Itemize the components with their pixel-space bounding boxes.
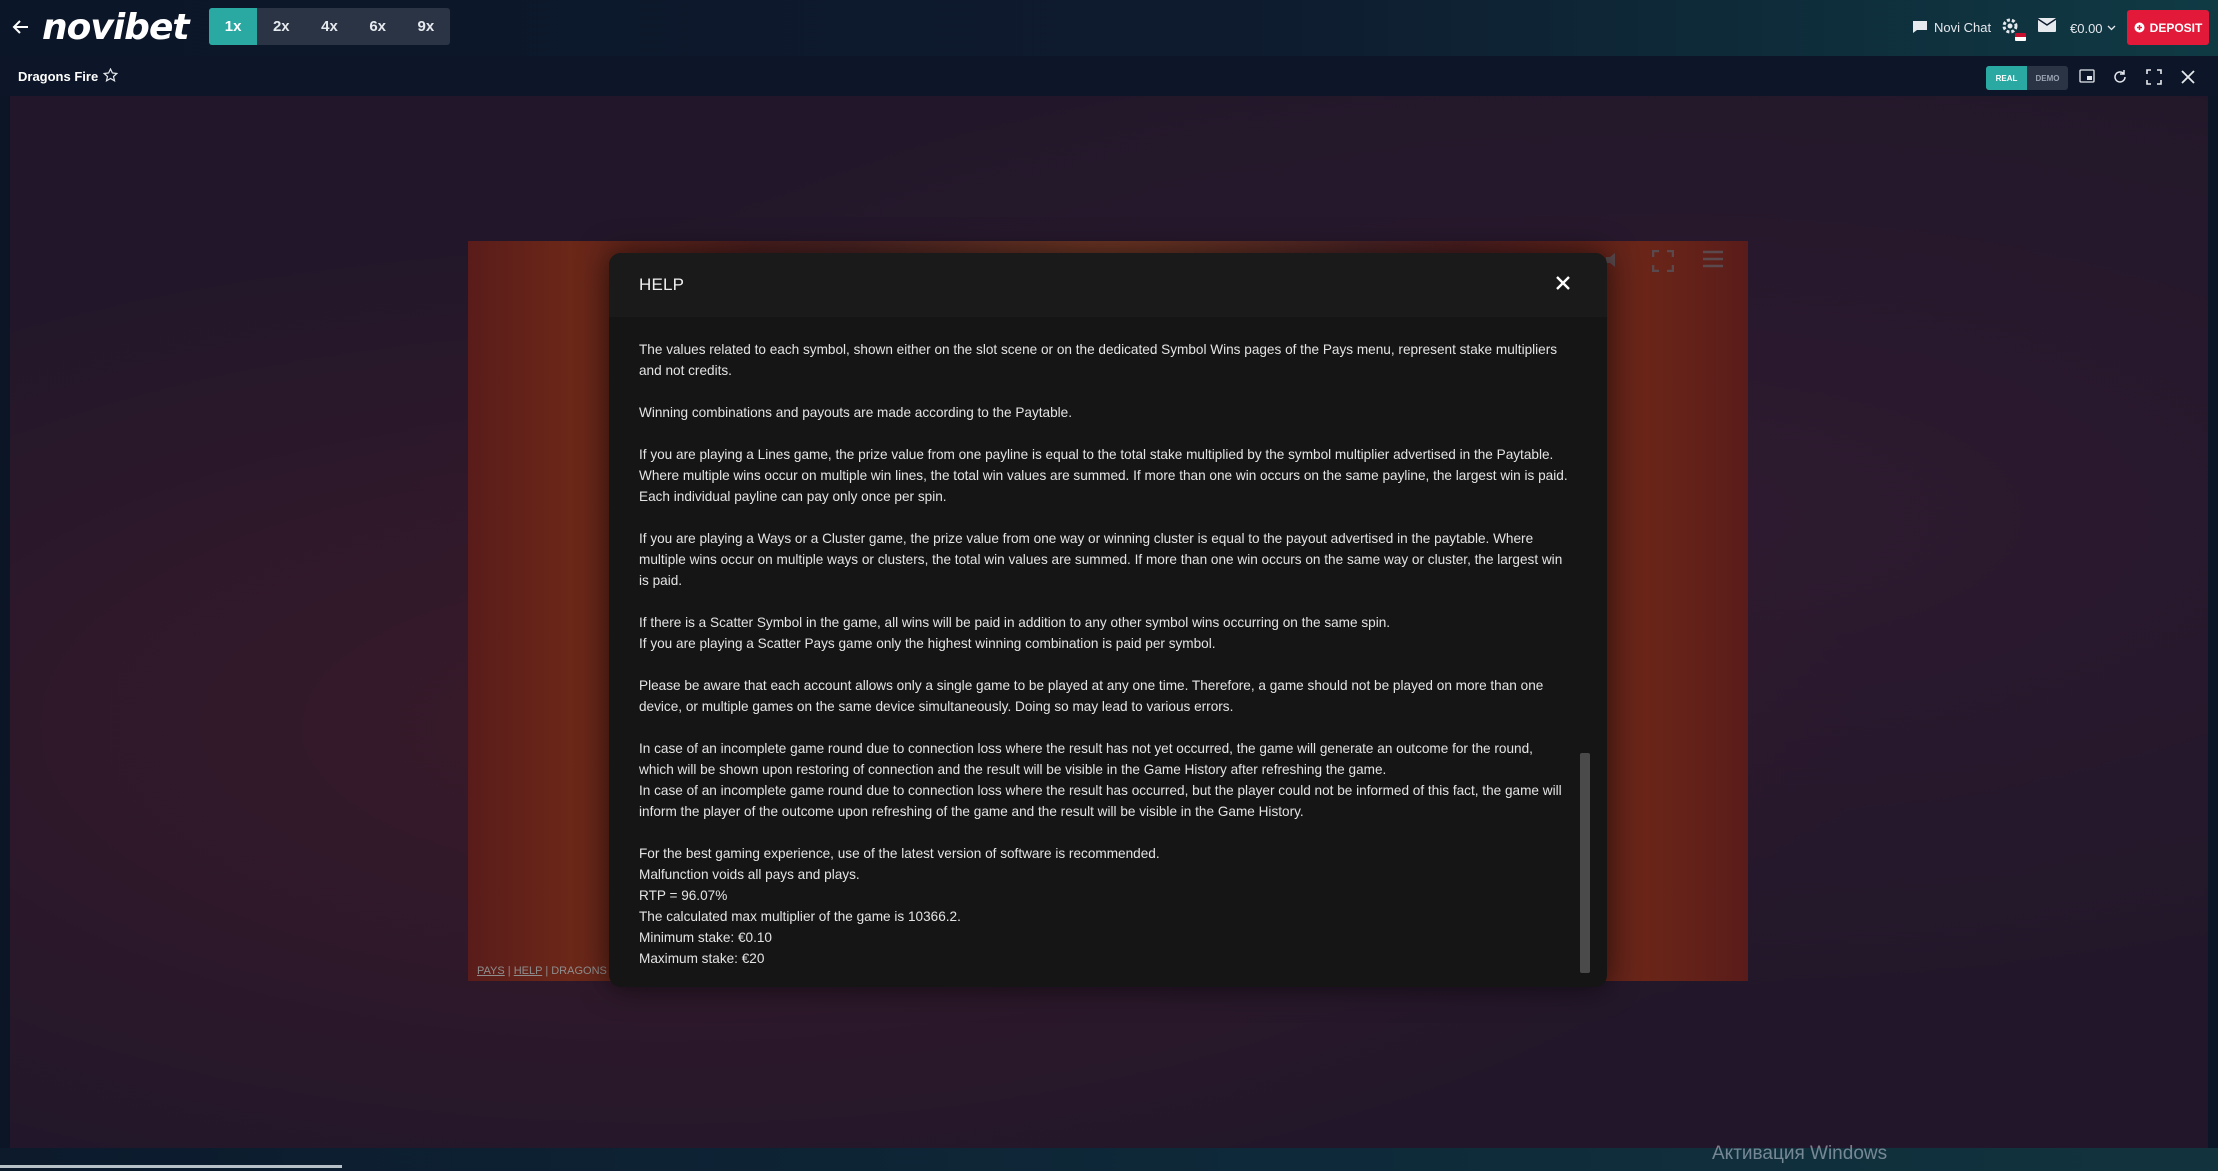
top-bar: novibet 1x 2x 4x 6x 9x Novi Chat €0.00 D… (0, 0, 2218, 56)
favorite-star-icon[interactable] (102, 67, 119, 84)
min-stake-line: Minimum stake: €0.10 (639, 930, 772, 945)
max-stake-line: Maximum stake: €20 (639, 951, 765, 966)
incomplete-line-1: In case of an incomplete game round due … (639, 741, 1533, 777)
game-fullscreen-icon[interactable] (1651, 249, 1678, 273)
help-paragraph: If you are playing a Lines game, the pri… (639, 447, 1568, 504)
help-paragraph: Winning combinations and payouts are mad… (639, 405, 1072, 420)
help-modal: HELP The values related to each symbol, … (609, 253, 1607, 987)
speed-1x-button[interactable]: 1x (209, 8, 258, 45)
chevron-down-icon (2107, 25, 2116, 31)
game-menu-icon[interactable] (1702, 250, 1728, 272)
flag-icon (2015, 33, 2026, 41)
novibet-logo[interactable]: novibet (42, 8, 190, 48)
refresh-icon[interactable] (2112, 69, 2130, 87)
real-demo-toggle: REAL DEMO (1986, 66, 2068, 90)
game-title: Dragons Fire (18, 69, 99, 84)
malfunction-line: Malfunction voids all pays and plays. (639, 867, 860, 882)
footer-separator: | (545, 965, 549, 977)
game-name-link: DRAGONS (551, 965, 607, 977)
scatter-pays-line: If you are playing a Scatter Pays game o… (639, 636, 1216, 651)
help-final-info: For the best gaming experience, use of t… (639, 843, 1569, 969)
mode-real-button[interactable]: REAL (1986, 66, 2027, 90)
footer-separator: | (507, 965, 511, 977)
speed-6x-button[interactable]: 6x (354, 8, 402, 45)
help-paragraph: If you are playing a Ways or a Cluster g… (639, 531, 1563, 588)
scatter-line: If there is a Scatter Symbol in the game… (639, 615, 1391, 630)
game-title-bar: Dragons Fire (0, 56, 2218, 96)
deposit-label: DEPOSIT (2149, 20, 2203, 35)
help-paragraph: Please be aware that each account allows… (639, 678, 1544, 714)
speed-selector: 1x 2x 4x 6x 9x (209, 8, 450, 45)
help-paragraph: The values related to each symbol, shown… (639, 342, 1558, 378)
picture-in-picture-icon[interactable] (2079, 69, 2097, 87)
plus-circle-icon (2134, 22, 2145, 33)
speed-2x-button[interactable]: 2x (257, 8, 305, 45)
incomplete-line-2: In case of an incomplete game round due … (639, 783, 1562, 819)
novi-chat-button[interactable]: Novi Chat (1912, 17, 1991, 37)
speed-9x-button[interactable]: 9x (402, 8, 450, 45)
rtp-line: RTP = 96.07% (639, 888, 728, 903)
mode-demo-button[interactable]: DEMO (2027, 66, 2068, 90)
back-arrow-icon[interactable] (6, 12, 36, 42)
close-icon[interactable] (1555, 275, 1577, 297)
help-modal-header: HELP (609, 253, 1607, 317)
help-title: HELP (639, 275, 685, 294)
sound-icon[interactable] (1604, 250, 1630, 272)
help-content: The values related to each symbol, shown… (639, 339, 1569, 987)
deposit-button[interactable]: DEPOSIT (2127, 10, 2209, 45)
max-multiplier-line: The calculated max multiplier of the gam… (639, 909, 961, 924)
mail-icon[interactable] (2037, 18, 2058, 34)
help-scrollbar-thumb[interactable] (1580, 753, 1590, 973)
windows-activation-watermark: Активация Windows (1712, 1143, 1888, 1164)
pays-link[interactable]: PAYS (477, 965, 505, 977)
close-game-icon[interactable] (2180, 69, 2198, 87)
chat-icon (1913, 21, 1927, 33)
game-footer-links: PAYS | HELP | DRAGONS (477, 965, 607, 977)
fullscreen-icon[interactable] (2146, 69, 2164, 87)
help-paragraph: If there is a Scatter Symbol in the game… (639, 612, 1569, 654)
balance-dropdown[interactable]: €0.00 (2070, 18, 2116, 38)
balance-value: €0.00 (2070, 20, 2103, 36)
help-link[interactable]: HELP (514, 965, 543, 977)
help-paragraph: In case of an incomplete game round due … (639, 738, 1569, 822)
software-line: For the best gaming experience, use of t… (639, 846, 1160, 861)
loading-progress-bar (0, 1165, 342, 1168)
settings-button[interactable] (2000, 16, 2026, 41)
novi-chat-label: Novi Chat (1934, 19, 1992, 35)
speed-4x-button[interactable]: 4x (305, 8, 353, 45)
